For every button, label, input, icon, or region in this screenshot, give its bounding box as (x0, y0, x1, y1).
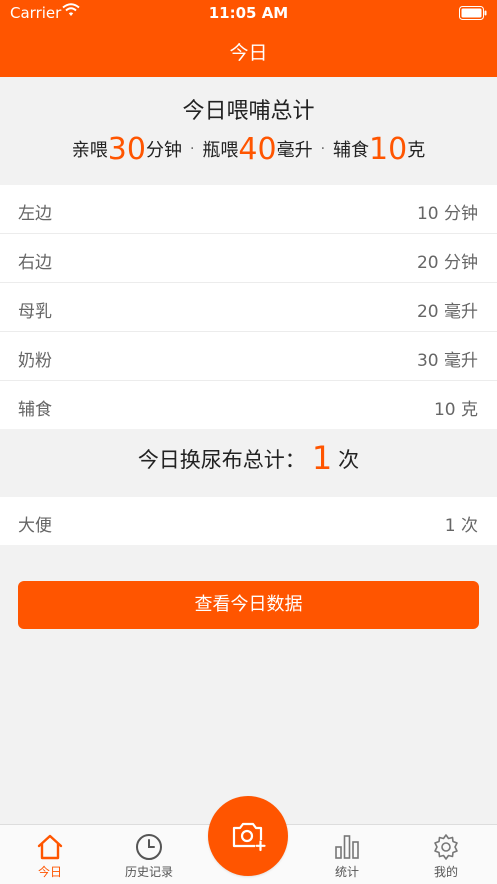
row-label: 奶粉 (18, 351, 52, 371)
row-value: 20 分钟 (416, 253, 478, 273)
row-label: 右边 (18, 253, 52, 273)
tab-label: 我的 (433, 865, 458, 879)
diaper-prefix: 今日换尿布总计： (137, 448, 306, 472)
battery-icon (459, 6, 487, 24)
separator: · (320, 141, 326, 157)
bottle-unit: 毫升 (276, 140, 313, 161)
bottle-value: 40 (238, 132, 277, 167)
row-value: 1 次 (444, 516, 478, 536)
clock-icon (136, 834, 162, 860)
list-item: 奶粉 30 毫升 (0, 332, 497, 381)
tab-label: 今日 (37, 865, 62, 879)
page-title: 今日 (229, 42, 268, 64)
row-value: 30 毫升 (416, 351, 478, 371)
camera-plus-icon (232, 822, 266, 852)
breast-label: 亲喂 (71, 140, 108, 161)
summary-title: 今日喂哺总计 (182, 99, 315, 124)
row-label: 辅食 (18, 400, 52, 420)
diaper-count: 1 (311, 439, 333, 477)
gear-icon (434, 834, 458, 860)
feeding-list: 左边 10 分钟 右边 20 分钟 母乳 20 毫升 奶粉 30 毫升 辅食 1… (0, 185, 497, 429)
row-label: 左边 (18, 204, 52, 224)
feeding-summary: 今日喂哺总计 亲喂30分钟 · 瓶喂40毫升 · 辅食10克 (0, 77, 497, 185)
diaper-summary: 今日换尿布总计： 1 次 (0, 425, 497, 497)
status-bar: Carrier 11:05 AM (0, 0, 497, 26)
tab-stats[interactable]: 统计 (302, 833, 392, 880)
bottle-label: 瓶喂 (202, 140, 239, 161)
row-value: 10 克 (433, 400, 478, 420)
tab-today[interactable]: 今日 (5, 833, 95, 880)
tab-label: 统计 (334, 865, 359, 879)
list-item: 母乳 20 毫升 (0, 283, 497, 332)
summary-line: 亲喂30分钟 · 瓶喂40毫升 · 辅食10克 (0, 132, 497, 167)
tab-label: 历史记录 (124, 865, 173, 879)
tab-history[interactable]: 历史记录 (104, 833, 194, 880)
solid-value: 10 (369, 132, 408, 167)
row-value: 10 分钟 (416, 204, 478, 224)
list-item: 左边 10 分钟 (0, 185, 497, 234)
add-photo-button[interactable] (208, 796, 288, 876)
list-item: 右边 20 分钟 (0, 234, 497, 283)
list-item: 辅食 10 克 (0, 381, 497, 429)
bar-chart-icon (335, 835, 359, 859)
header: Carrier 11:05 AM 今日 (0, 0, 497, 77)
list-item: 大便 1 次 (0, 497, 497, 545)
home-icon (37, 834, 63, 860)
row-label: 母乳 (18, 302, 52, 322)
row-label: 大便 (18, 516, 52, 536)
status-time: 11:05 AM (208, 4, 289, 22)
row-value: 20 毫升 (416, 302, 478, 322)
view-today-data-button[interactable]: 查看今日数据 (18, 581, 479, 629)
diaper-list: 大便 1 次 (0, 497, 497, 545)
diaper-suffix: 次 (338, 448, 360, 472)
tab-mine[interactable]: 我的 (401, 833, 491, 880)
solid-unit: 克 (407, 140, 426, 161)
solid-label: 辅食 (333, 140, 370, 161)
diaper-summary-line: 今日换尿布总计： 1 次 (0, 439, 497, 477)
separator: · (189, 141, 195, 157)
breast-value: 30 (107, 132, 146, 167)
breast-unit: 分钟 (145, 140, 182, 161)
